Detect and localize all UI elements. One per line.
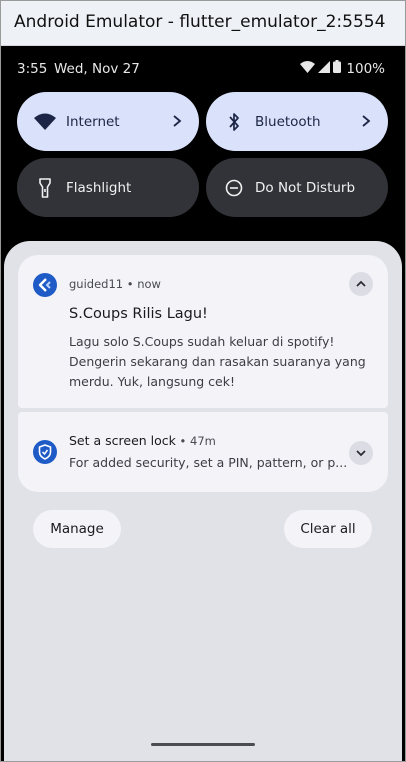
gesture-nav-handle[interactable] — [151, 743, 255, 746]
tile-label: Bluetooth — [255, 113, 321, 130]
cell-signal-icon — [318, 60, 331, 77]
clear-all-button[interactable]: Clear all — [284, 510, 372, 548]
tile-label: Do Not Disturb — [255, 179, 356, 196]
do-not-disturb-icon — [222, 176, 246, 200]
flutter-app-icon — [33, 273, 57, 297]
notification-body: For added security, set a PIN, pattern, … — [69, 455, 348, 470]
battery-percent: 100% — [346, 60, 385, 77]
chevron-up-icon — [356, 280, 366, 287]
collapse-button[interactable] — [349, 272, 373, 296]
status-icons: 100% — [300, 60, 385, 77]
chevron-down-icon — [356, 450, 366, 457]
emulator-window: Android Emulator - flutter_emulator_2:55… — [0, 0, 406, 762]
tile-internet[interactable]: Internet — [17, 92, 199, 151]
notification-time: • 47m — [175, 434, 216, 448]
notification-app-name: guided11 — [69, 277, 124, 291]
notification-time-value: 47m — [190, 434, 216, 448]
status-time: 3:55 — [17, 61, 48, 77]
wifi-icon — [33, 110, 57, 134]
notification-time: now — [137, 277, 161, 291]
tile-do-not-disturb[interactable]: Do Not Disturb — [206, 158, 388, 217]
window-titlebar[interactable]: Android Emulator - flutter_emulator_2:55… — [1, 1, 405, 46]
notification-shade: guided11 • now S.Coups Rilis Lagu! Lagu … — [4, 241, 402, 761]
chevron-right-icon — [358, 112, 374, 130]
bluetooth-icon — [222, 110, 246, 134]
notification-meta: guided11 • now — [69, 277, 161, 291]
notification-body: Lagu solo S.Coups sudah keluar di spotif… — [69, 334, 366, 389]
battery-icon — [333, 60, 342, 77]
shield-icon — [33, 440, 57, 464]
tile-label: Internet — [66, 113, 120, 130]
expand-button[interactable] — [349, 441, 373, 465]
wifi-icon — [300, 60, 316, 77]
notification-card-guided11[interactable]: guided11 • now S.Coups Rilis Lagu! Lagu … — [18, 255, 388, 408]
status-bar: 3:55 Wed, Nov 27 100% — [1, 46, 405, 90]
notification-title: S.Coups Rilis Lagu! — [69, 306, 208, 322]
manage-button[interactable]: Manage — [33, 510, 121, 548]
chevron-right-icon — [169, 112, 185, 130]
status-date: Wed, Nov 27 — [54, 61, 140, 77]
window-title: Android Emulator - flutter_emulator_2:55… — [14, 12, 386, 32]
notification-title-text: Set a screen lock — [69, 433, 176, 448]
tile-label: Flashlight — [66, 179, 132, 196]
device-screen: 3:55 Wed, Nov 27 100% Internet Bluetooth… — [1, 46, 405, 761]
tile-bluetooth[interactable]: Bluetooth — [206, 92, 388, 151]
notification-card-screen-lock[interactable]: Set a screen lock • 47m For added securi… — [18, 412, 388, 492]
notification-title: Set a screen lock • 47m — [69, 433, 216, 448]
tile-flashlight[interactable]: Flashlight — [17, 158, 199, 217]
flashlight-icon — [33, 176, 57, 200]
